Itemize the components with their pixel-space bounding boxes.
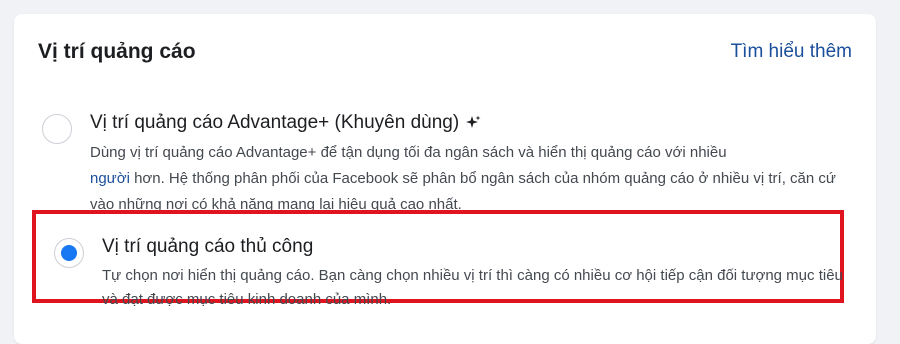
radio-selected-dot bbox=[61, 245, 77, 261]
advantage-placement-description: Dùng vị trí quảng cáo Advantage+ để tận … bbox=[90, 140, 850, 218]
advantage-placement-radio[interactable] bbox=[42, 114, 72, 144]
section-title: Vị trí quảng cáo bbox=[38, 40, 196, 63]
advantage-desc-text: Dùng vị trí quảng cáo Advantage+ để tận … bbox=[90, 144, 727, 161]
learn-more-link[interactable]: Tìm hiểu thêm bbox=[731, 41, 852, 63]
advantage-placement-title-row: Vị trí quảng cáo Advantage+ (Khuyên dùng… bbox=[90, 112, 481, 134]
advantage-placement-title: Vị trí quảng cáo Advantage+ (Khuyên dùng… bbox=[90, 112, 460, 133]
sparkle-icon bbox=[466, 115, 481, 128]
advantage-desc-text-rest: hơn. Hệ thống phân phối của Facebook sẽ … bbox=[90, 170, 836, 213]
card-header: Vị trí quảng cáo Tìm hiểu thêm bbox=[38, 40, 852, 64]
manual-placement-description: Tự chọn nơi hiển thị quảng cáo. Bạn càng… bbox=[102, 267, 843, 308]
manual-placement-title-row: Vị trí quảng cáo thủ công bbox=[102, 236, 313, 258]
manual-placement-option[interactable]: Vị trí quảng cáo thủ công Tự chọn nơi hi… bbox=[32, 210, 844, 308]
placement-card: Vị trí quảng cáo Tìm hiểu thêm Vị trí qu… bbox=[14, 14, 876, 344]
advantage-desc-link[interactable]: người bbox=[90, 170, 130, 187]
advantage-placement-option[interactable]: Vị trí quảng cáo Advantage+ (Khuyên dùng… bbox=[38, 96, 840, 213]
manual-placement-title: Vị trí quảng cáo thủ công bbox=[102, 236, 314, 257]
manual-placement-radio[interactable] bbox=[54, 238, 84, 268]
